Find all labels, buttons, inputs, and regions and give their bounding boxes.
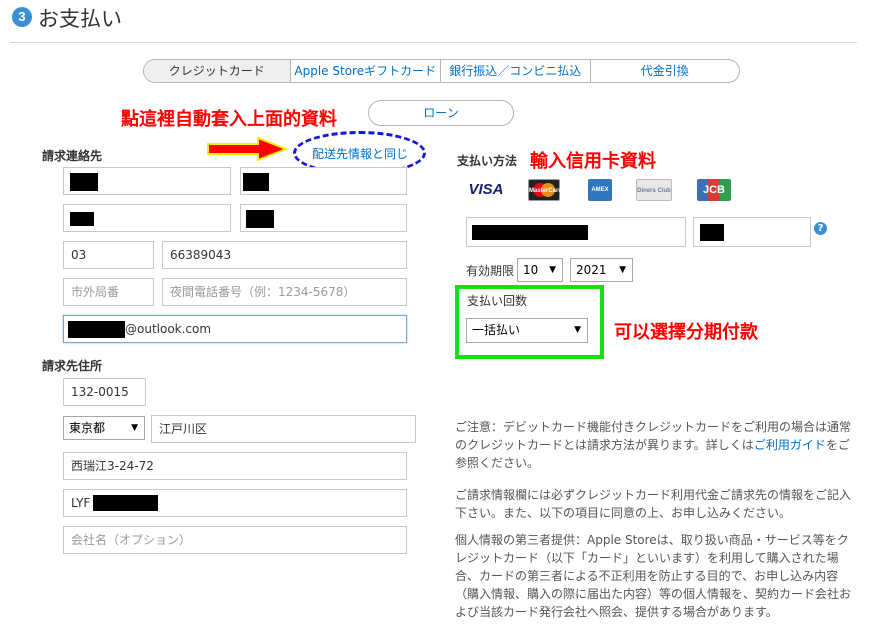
expiry-label: 有効期限 (466, 264, 515, 278)
annotation-installment: 可以選擇分期付款 (614, 322, 758, 343)
security-code-input[interactable] (693, 217, 811, 247)
prefecture-select[interactable]: 東京都 ▼ (63, 416, 145, 440)
amex-logo-icon: AMEX (588, 179, 612, 201)
same-as-shipping-link[interactable]: 配送先情報と同じ (312, 145, 408, 162)
card-number-input[interactable] (466, 217, 686, 247)
phone-area-code-input[interactable]: 03 (63, 241, 154, 269)
payment-tabs: クレジットカード Apple Storeギフトカード 銀行振込／コンビニ払込 代… (143, 59, 740, 83)
chevron-down-icon: ▼ (549, 265, 556, 275)
installments-label: 支払い回数 (467, 294, 528, 308)
redaction (93, 495, 158, 511)
last-name-kana-input[interactable] (63, 204, 231, 232)
billing-address-label: 請求先住所 (42, 359, 103, 373)
building-input[interactable]: LYF (63, 489, 407, 517)
first-name-kana-input[interactable] (240, 204, 407, 232)
night-phone-input[interactable]: 夜間電話番号（例：1234-5678） (162, 278, 407, 306)
usage-guide-link[interactable]: ご利用ガイド (754, 438, 826, 452)
redaction (70, 212, 94, 226)
annotation-autofill: 點這裡自動套入上面的資料 (121, 109, 337, 130)
city-input[interactable]: 江戸川区 (151, 415, 416, 443)
billing-contact-label: 請求連絡先 (42, 149, 103, 163)
last-name-input[interactable] (63, 167, 231, 195)
loan-button[interactable]: ローン (368, 100, 514, 126)
chevron-down-icon: ▼ (574, 325, 581, 335)
chevron-down-icon: ▼ (131, 423, 138, 433)
phone-number-input[interactable]: 66389043 (162, 241, 407, 269)
expiry-year-select[interactable]: 2021 ▼ (570, 258, 633, 282)
annotation-arrow-icon (207, 137, 288, 161)
mastercard-logo-icon: MasterCard (528, 179, 562, 201)
company-input[interactable]: 会社名（オプション） (63, 526, 407, 554)
expiry-month-select[interactable]: 10 ▼ (517, 258, 563, 282)
tab-cash-on-delivery[interactable]: 代金引換 (589, 60, 739, 82)
postal-code-input[interactable]: 132-0015 (63, 378, 146, 406)
visa-logo-icon: VISA (465, 179, 507, 201)
diners-logo-icon: Diners Club (636, 179, 672, 201)
redaction (246, 210, 274, 228)
tab-credit-card[interactable]: クレジットカード (144, 60, 290, 82)
street-input[interactable]: 西瑞江3-24-72 (63, 452, 407, 480)
notice-debit-card: ご注意：デビットカード機能付きクレジットカードをご利用の場合は通常のクレジットカ… (455, 420, 852, 470)
help-icon[interactable]: ? (814, 222, 827, 235)
expiry-month-value: 10 (523, 263, 539, 277)
notice-privacy: 個人情報の第三者提供：Apple Storeは、取り扱い商品・サービス等をクレジ… (455, 533, 852, 619)
first-name-input[interactable] (240, 167, 407, 195)
prefecture-value: 東京都 (69, 421, 106, 435)
night-area-code-input[interactable]: 市外局番 (63, 278, 154, 306)
annotation-card-info: 輸入信用卡資料 (530, 151, 656, 172)
building-value: LYF (71, 496, 91, 510)
redaction (472, 225, 588, 240)
tab-bank-transfer[interactable]: 銀行振込／コンビニ払込 (440, 60, 590, 82)
payment-method-label: 支払い方法 (457, 154, 518, 168)
installments-select[interactable]: 一括払い ▼ (466, 318, 588, 343)
email-suffix: @outlook.com (125, 322, 212, 336)
installments-value: 一括払い (472, 323, 521, 337)
chevron-down-icon: ▼ (619, 265, 626, 275)
tab-gift-card[interactable]: Apple Storeギフトカード (289, 60, 441, 82)
step-number-badge: 3 (12, 7, 32, 27)
email-input[interactable]: @outlook.com (63, 315, 407, 343)
divider (10, 42, 857, 43)
redaction (68, 321, 125, 338)
jcb-logo-icon: JCB (697, 179, 731, 201)
notice-billing-info: ご請求情報欄には必ずクレジットカード利用代金ご請求先の情報をご記入下さい。また、… (455, 488, 852, 520)
redaction (70, 173, 98, 191)
page-title: お支払い (38, 7, 122, 31)
redaction (700, 224, 724, 241)
redaction (243, 173, 269, 191)
expiry-year-value: 2021 (576, 263, 607, 277)
